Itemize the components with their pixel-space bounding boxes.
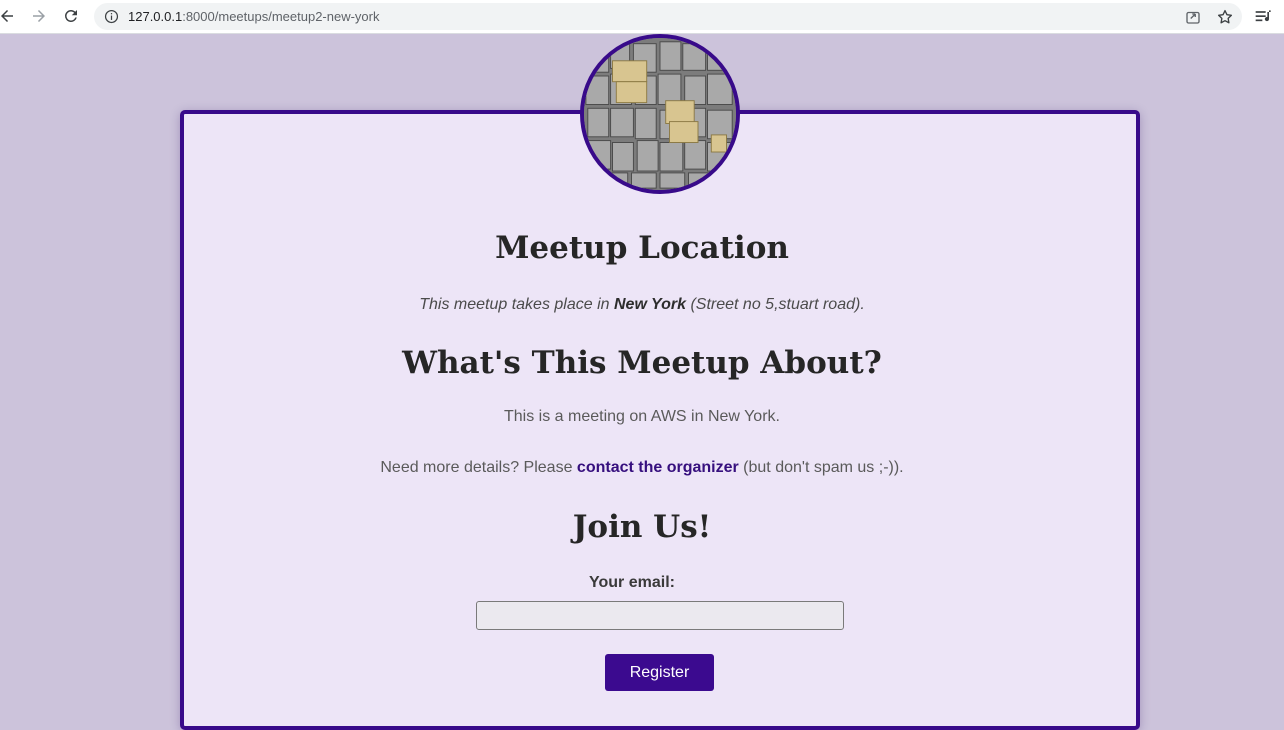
address-bar[interactable]: 127.0.0.1:8000/meetups/meetup2-new-york [94,3,1242,30]
arrow-left-icon [1,10,13,22]
url-text[interactable]: 127.0.0.1:8000/meetups/meetup2-new-york [128,9,380,24]
browser-toolbar: 127.0.0.1:8000/meetups/meetup2-new-york [0,0,1284,34]
share-icon[interactable] [1184,8,1202,26]
back-button[interactable] [0,5,18,27]
register-button[interactable]: Register [605,654,714,691]
location-city: New York [613,296,687,313]
contact-prefix: Need more details? Please [380,459,577,476]
location-text: This meetup takes place in New York (Str… [0,296,1284,314]
email-label: Your email: [589,574,675,591]
meetup-description: This is a meeting on AWS in New York. [504,408,780,425]
location-heading: Meetup Location [495,230,789,266]
contact-suffix: (but don't spam us ;-)). [738,459,904,476]
location-section: Meetup Location [0,229,1284,267]
reload-button[interactable] [60,5,82,27]
join-section: Join Us! [0,508,1284,546]
star-icon[interactable] [1216,8,1234,26]
arrow-right-icon [33,10,45,22]
about-section: What's This Meetup About? [0,344,1284,382]
location-prefix: This meetup takes place in [419,296,614,313]
reload-icon [64,9,77,22]
books-photo [584,38,736,190]
contact-organizer-link[interactable]: contact the organizer [577,459,739,476]
media-control-icon[interactable] [1254,7,1274,27]
contact-text: Need more details? Please contact the or… [0,459,1284,477]
meetup-image [580,34,740,194]
join-heading: Join Us! [572,509,712,545]
url-path: :8000/meetups/meetup2-new-york [182,9,380,24]
location-address: (Street no 5,stuart road). [686,296,865,313]
info-icon[interactable] [104,9,119,24]
forward-button[interactable] [28,5,50,27]
about-heading: What's This Meetup About? [402,345,882,381]
email-input[interactable] [476,601,844,630]
url-host: 127.0.0.1 [128,9,183,24]
